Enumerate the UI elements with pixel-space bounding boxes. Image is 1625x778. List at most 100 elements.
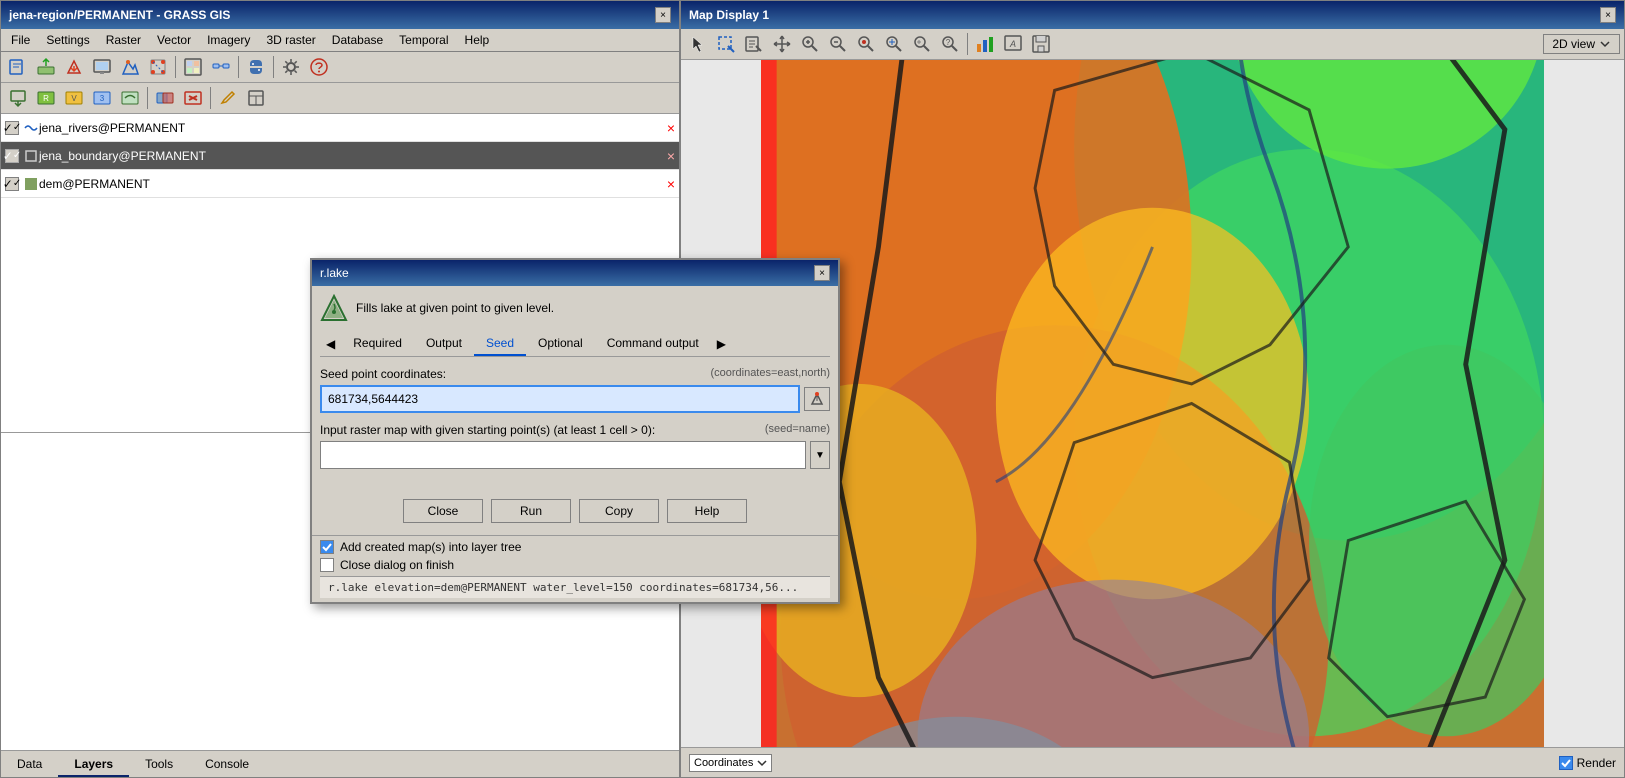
layer-icon-rivers (23, 120, 39, 136)
add-raster-btn[interactable] (33, 54, 59, 80)
copy-btn[interactable]: Copy (579, 499, 659, 523)
view-mode-dropdown[interactable]: 2D view (1543, 34, 1620, 54)
dialog-tab-optional[interactable]: Optional (526, 332, 595, 356)
dialog-tab-seed[interactable]: Seed (474, 332, 526, 356)
layer-checkbox-boundary[interactable]: ✓ (5, 149, 19, 163)
close-on-finish-checkbox[interactable] (320, 558, 334, 572)
t2-btn4[interactable]: 3 (89, 85, 115, 111)
tab-console[interactable]: Console (189, 753, 265, 777)
dialog-desc-row: Fills lake at given point to given level… (320, 294, 830, 322)
t2-attrs-btn[interactable] (243, 85, 269, 111)
tab-next-btn[interactable]: ▶ (711, 333, 732, 355)
map-analyze-btn[interactable] (972, 31, 998, 57)
map-status-bar: Coordinates Render (681, 747, 1624, 777)
digitize-btn[interactable] (117, 54, 143, 80)
help-btn[interactable]: Help (667, 499, 747, 523)
grass-model-btn[interactable] (208, 54, 234, 80)
grass-toolbar1 (1, 52, 679, 83)
layer-name-dem: dem@PERMANENT (39, 177, 663, 191)
python-btn[interactable] (243, 54, 269, 80)
t2-overlay-btn[interactable] (152, 85, 178, 111)
t2-del-btn[interactable] (180, 85, 206, 111)
tab-data[interactable]: Data (1, 753, 58, 777)
layer-item-dem[interactable]: ✓ dem@PERMANENT × (1, 170, 679, 198)
menu-help[interactable]: Help (459, 31, 496, 49)
seed-coords-input[interactable]: 681734,5644423 (320, 385, 800, 413)
layer-del-rivers[interactable]: × (667, 120, 675, 136)
tab-tools[interactable]: Tools (129, 753, 189, 777)
close-btn[interactable]: Close (403, 499, 483, 523)
menu-file[interactable]: File (5, 31, 36, 49)
t2-add-vector-btn[interactable]: V (61, 85, 87, 111)
rlake-dialog: r.lake × Fills lake at given point to gi… (310, 258, 840, 604)
view-dropdown-arrow (1599, 38, 1611, 50)
close-on-finish-row: Close dialog on finish (320, 558, 830, 572)
layer-del-boundary[interactable]: × (667, 148, 675, 164)
layer-item-boundary[interactable]: ✓ jena_boundary@PERMANENT × (1, 142, 679, 170)
add-to-tree-label: Add created map(s) into layer tree (340, 540, 521, 554)
help-btn2[interactable] (306, 54, 332, 80)
map-overlay-btn[interactable]: A (1000, 31, 1026, 57)
georect-btn[interactable] (145, 54, 171, 80)
menu-vector[interactable]: Vector (151, 31, 197, 49)
add-to-tree-checkbox[interactable] (320, 540, 334, 554)
menu-imagery[interactable]: Imagery (201, 31, 256, 49)
dialog-titlebar: r.lake × (312, 260, 838, 286)
tab-layers[interactable]: Layers (58, 753, 129, 777)
dialog-tab-output[interactable]: Output (414, 332, 474, 356)
cmd-output-text: r.lake elevation=dem@PERMANENT water_lev… (328, 581, 798, 594)
map-zoom-region-btn[interactable] (881, 31, 907, 57)
menu-raster[interactable]: Raster (100, 31, 147, 49)
map-zoom-to-btn[interactable] (853, 31, 879, 57)
dialog-tab-cmdoutput[interactable]: Command output (595, 332, 711, 356)
render-checkbox[interactable] (1559, 756, 1573, 770)
t2-add-layers-btn[interactable] (5, 85, 31, 111)
grass-close-btn[interactable]: × (655, 7, 671, 23)
map-query-btn[interactable] (741, 31, 767, 57)
dialog-tab-required[interactable]: Required (341, 332, 414, 356)
map-pointer-btn[interactable] (685, 31, 711, 57)
map-zoom-in-btn[interactable] (797, 31, 823, 57)
map-save-btn[interactable] (1028, 31, 1054, 57)
layer-checkbox-dem[interactable]: ✓ (5, 177, 19, 191)
sep1 (175, 56, 176, 78)
layer-item-rivers[interactable]: ✓ jena_rivers@PERMANENT × (1, 114, 679, 142)
add-to-tree-row: Add created map(s) into layer tree (320, 540, 830, 554)
menu-3draster[interactable]: 3D raster (260, 31, 321, 49)
menu-settings[interactable]: Settings (40, 31, 95, 49)
t2-add-raster-btn[interactable]: R (33, 85, 59, 111)
dialog-close-btn[interactable]: × (814, 265, 830, 281)
tab-prev-btn[interactable]: ◀ (320, 333, 341, 355)
coordinates-dropdown[interactable]: Coordinates (689, 754, 772, 772)
display-map-btn[interactable] (89, 54, 115, 80)
layer-name-boundary: jena_boundary@PERMANENT (39, 149, 663, 163)
close-on-finish-label: Close dialog on finish (340, 558, 454, 572)
map-pan2-btn[interactable] (909, 31, 935, 57)
map-query-map-btn[interactable]: ? (937, 31, 963, 57)
settings-btn2[interactable] (278, 54, 304, 80)
t2-btn5[interactable] (117, 85, 143, 111)
layer-del-dem[interactable]: × (667, 176, 675, 192)
seed-coords-row: Seed point coordinates: (coordinates=eas… (320, 367, 830, 413)
svg-text:V: V (71, 94, 77, 103)
layer-checkbox-rivers[interactable]: ✓ (5, 121, 19, 135)
new-mapset-btn[interactable] (5, 54, 31, 80)
menu-database[interactable]: Database (326, 31, 389, 49)
dialog-description: Fills lake at given point to given level… (356, 301, 554, 315)
pick-coords-btn[interactable] (804, 387, 830, 411)
run-btn[interactable]: Run (491, 499, 571, 523)
raster-map-select[interactable] (320, 441, 806, 469)
map-zoom-out-btn[interactable] (825, 31, 851, 57)
t2-edit-btn[interactable] (215, 85, 241, 111)
map-select-btn[interactable] (713, 31, 739, 57)
map-pan-btn[interactable] (769, 31, 795, 57)
map-compose-btn[interactable] (180, 54, 206, 80)
seed-coords-label: Seed point coordinates: (320, 367, 446, 381)
menu-temporal[interactable]: Temporal (393, 31, 454, 49)
add-vector-btn[interactable] (61, 54, 87, 80)
raster-map-select-row: ▼ (320, 441, 830, 469)
map-close-btn[interactable]: × (1600, 7, 1616, 23)
cmd-output: r.lake elevation=dem@PERMANENT water_lev… (320, 576, 830, 598)
grass-title: jena-region/PERMANENT - GRASS GIS (9, 8, 230, 22)
raster-map-dropdown-btn[interactable]: ▼ (810, 441, 830, 469)
